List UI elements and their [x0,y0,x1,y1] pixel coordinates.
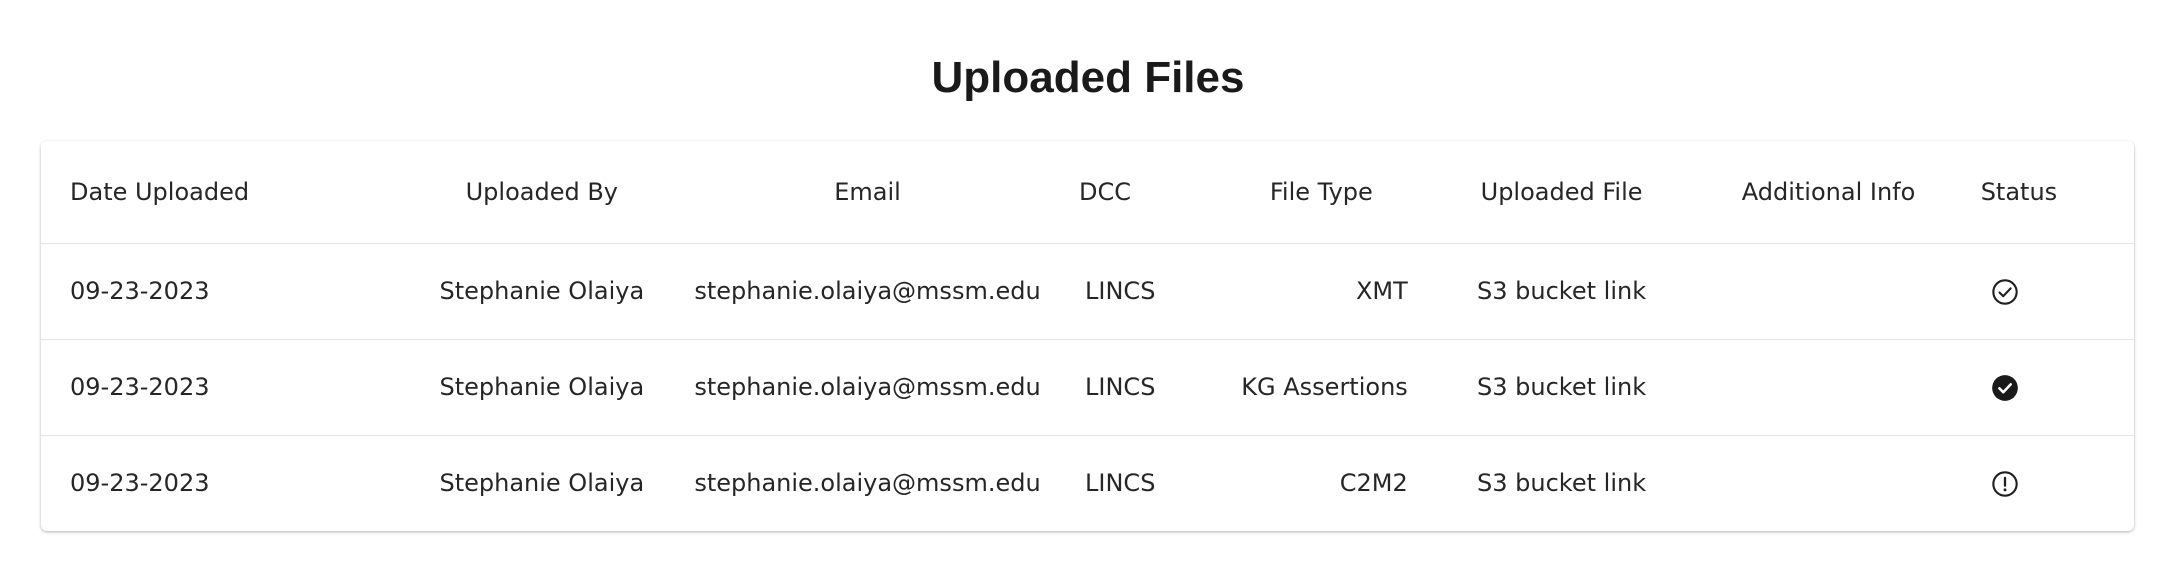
uploaded-files-table-card: Date Uploaded Uploaded By Email DCC File… [41,141,2134,531]
table-row: 09-23-2023 Stephanie Olaiya stephanie.ol… [41,243,2134,339]
cell-dcc: LINCS [1085,373,1156,401]
check-circle-outline-icon [1991,278,2019,306]
table-header-row: Date Uploaded Uploaded By Email DCC File… [41,141,2134,243]
cell-status [1973,339,2134,435]
cell-file-type: XMT [1355,277,1408,305]
cell-uploaded-by: Stephanie Olaiya [439,277,645,305]
column-header-email: Email [834,177,901,206]
cell-date-uploaded: 09-23-2023 [70,277,210,305]
check-circle-filled-icon [1991,374,2019,402]
cell-uploaded-by: Stephanie Olaiya [439,373,645,401]
column-header-file-type: File Type [1269,177,1373,206]
cell-status [1973,243,2134,339]
cell-additional-info [1684,243,1972,339]
page-title: Uploaded Files [931,53,1245,102]
cell-email: stephanie.olaiya@mssm.edu [694,277,1041,305]
cell-file-type: C2M2 [1339,469,1408,498]
column-header-date-uploaded: Date Uploaded [70,177,250,206]
table-body: 09-23-2023 Stephanie Olaiya stephanie.ol… [41,243,2134,531]
column-header-uploaded-by: Uploaded By [465,177,618,206]
cell-additional-info [1684,435,1972,531]
cell-date-uploaded: 09-23-2023 [70,373,210,401]
table-row: 09-23-2023 Stephanie Olaiya stephanie.ol… [41,435,2134,531]
error-outline-icon [1991,470,2019,498]
cell-file-type: KG Assertions [1241,373,1408,401]
column-header-status: Status [1980,177,2058,206]
cell-dcc: LINCS [1085,277,1156,305]
cell-email: stephanie.olaiya@mssm.edu [694,469,1041,498]
column-header-additional-info: Additional Info [1741,177,1916,206]
cell-additional-info [1684,339,1972,435]
cell-status [1973,435,2134,531]
uploaded-files-table: Date Uploaded Uploaded By Email DCC File… [41,141,2134,531]
cell-uploaded-by: Stephanie Olaiya [439,469,645,498]
cell-uploaded-file-link[interactable]: S3 bucket link [1439,435,1685,531]
cell-date-uploaded: 09-23-2023 [70,469,210,498]
cell-email: stephanie.olaiya@mssm.edu [694,373,1041,401]
column-header-uploaded-file: Uploaded File [1480,177,1643,206]
cell-uploaded-file-link[interactable]: S3 bucket link [1439,339,1685,435]
column-header-dcc: DCC [1079,177,1132,206]
table-header: Date Uploaded Uploaded By Email DCC File… [41,141,2134,243]
table-row: 09-23-2023 Stephanie Olaiya stephanie.ol… [41,339,2134,435]
cell-uploaded-file-link[interactable]: S3 bucket link [1439,243,1685,339]
cell-dcc: LINCS [1085,469,1156,498]
